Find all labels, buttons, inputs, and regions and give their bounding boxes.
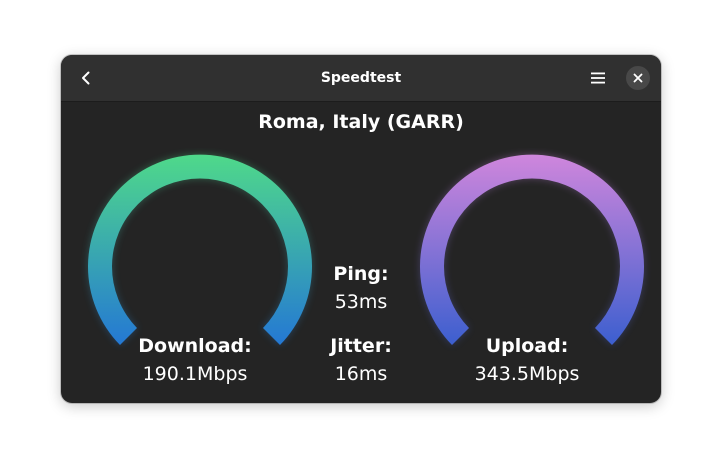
server-location: Roma, Italy (GARR) — [258, 111, 464, 133]
jitter-value: 16ms — [334, 363, 388, 385]
speedtest-window: Speedtest Roma, Italy (GARR) Download: 1… — [61, 55, 661, 403]
window-title: Speedtest — [320, 70, 402, 86]
hamburger-menu-icon — [591, 72, 605, 84]
header-bar: Speedtest — [61, 55, 661, 102]
upload-label: Upload: — [485, 335, 569, 357]
ping-label: Ping: — [333, 263, 389, 285]
close-button[interactable] — [626, 66, 650, 90]
jitter-metric: Jitter: 16ms — [311, 332, 411, 388]
upload-value: 343.5Mbps — [474, 363, 580, 385]
ping-metric: Ping: 53ms — [311, 260, 411, 316]
upload-gauge-arc — [420, 154, 644, 345]
menu-button[interactable] — [583, 63, 613, 93]
upload-metric: Upload: 343.5Mbps — [457, 332, 597, 388]
download-label: Download: — [138, 335, 252, 357]
jitter-label: Jitter: — [330, 335, 392, 357]
download-value: 190.1Mbps — [142, 363, 248, 385]
download-metric: Download: 190.1Mbps — [125, 332, 265, 388]
ping-value: 53ms — [334, 291, 388, 313]
download-gauge-arc — [88, 154, 312, 345]
close-icon — [633, 73, 643, 83]
